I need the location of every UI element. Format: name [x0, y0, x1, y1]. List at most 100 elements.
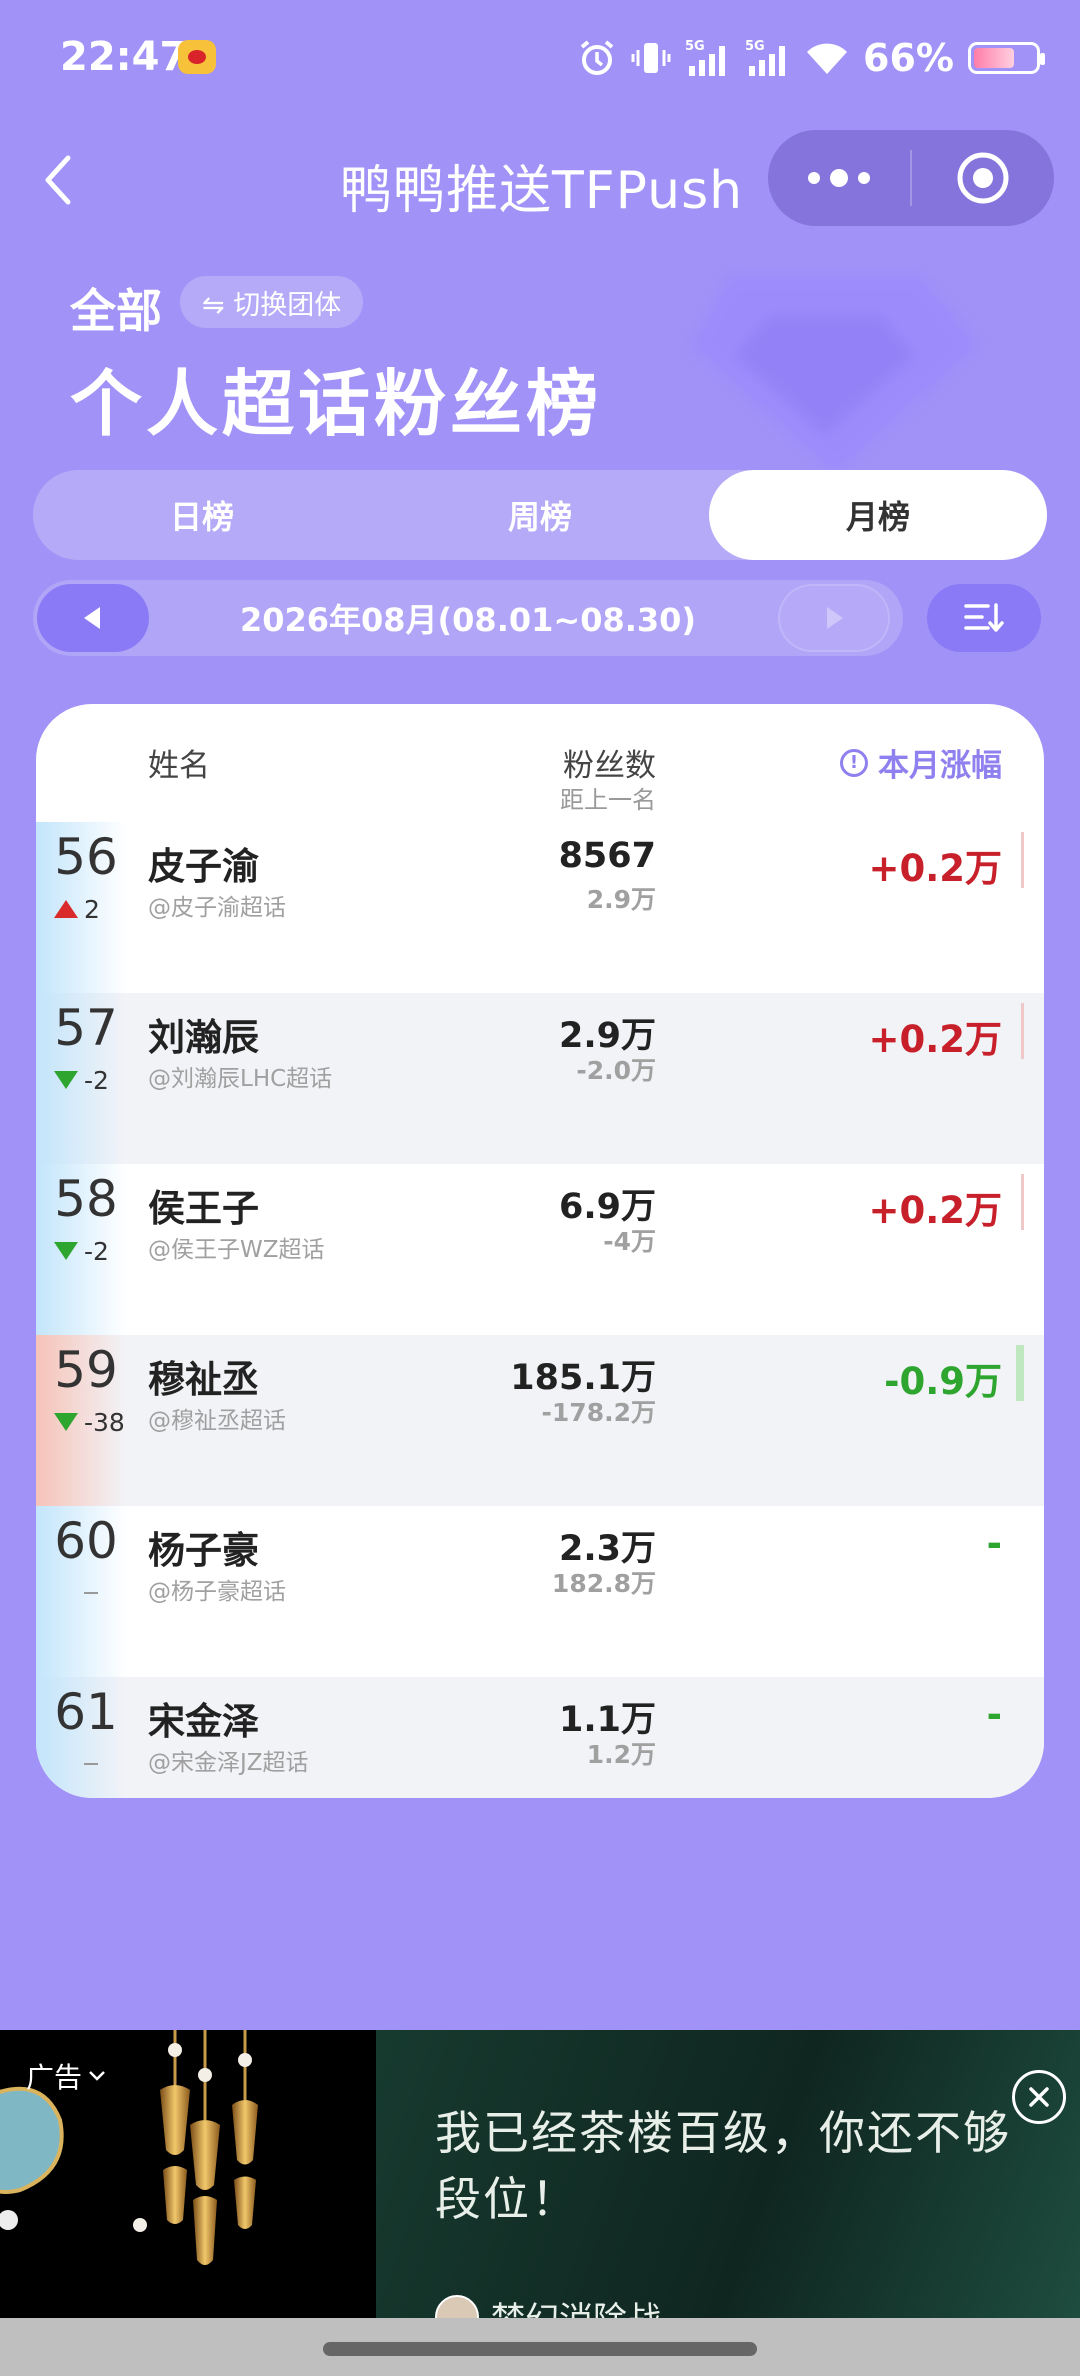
supertopic-handle: @穆祉丞超话 — [148, 1408, 286, 1434]
triangle-down-icon — [54, 1071, 78, 1089]
wifi-icon — [807, 43, 848, 74]
triangle-down-icon — [54, 1242, 78, 1260]
rank-number: 61 — [54, 1683, 118, 1741]
header-change[interactable]: ! 本月涨幅 — [840, 740, 1002, 785]
chevron-down-icon — [89, 2071, 105, 2081]
table-row[interactable]: 56 2 皮子渝 @皮子渝超话 8567 2.9万 +0.2万 — [36, 822, 1044, 993]
rank-change: -2 — [54, 1236, 109, 1266]
date-range: 2026年08月(08.01~08.30) — [239, 601, 697, 639]
header-name: 姓名 — [148, 748, 210, 784]
table-row[interactable]: 61 宋金泽 @宋金泽JZ超话 1.1万 1.2万 - — [36, 1677, 1044, 1798]
star-name: 穆祉丞 — [148, 1358, 259, 1401]
rank-change: -2 — [54, 1065, 109, 1095]
rank-number: 57 — [54, 999, 118, 1057]
scope-label: 全部 — [70, 284, 162, 338]
table-row[interactable]: 58 -2 侯王子 @侯王子WZ超话 6.9万 -4万 +0.2万 — [36, 1164, 1044, 1335]
back-icon — [45, 155, 71, 205]
rank-change — [54, 1749, 98, 1779]
change-bar — [1021, 1174, 1024, 1230]
star-name: 杨子豪 — [148, 1529, 259, 1572]
battery-level — [974, 48, 1014, 68]
weibo-icon — [178, 40, 216, 74]
ad-label[interactable]: 广告 — [26, 2056, 106, 2096]
status-bar: 22:47 5G 5G 66% — [0, 0, 1080, 120]
gap-to-previous: 182.8万 — [551, 1569, 656, 1598]
no-change-mark — [84, 1592, 98, 1594]
star-name: 宋金泽 — [148, 1700, 259, 1743]
rank-number: 60 — [54, 1512, 118, 1570]
monthly-change: +0.2万 — [868, 847, 1002, 890]
date-bar: 2026年08月(08.01~08.30) — [33, 580, 1047, 656]
more-button[interactable] — [768, 130, 910, 226]
triangle-up-icon — [54, 900, 78, 918]
gesture-area — [0, 2318, 1080, 2376]
supertopic-handle: @皮子渝超话 — [148, 895, 286, 921]
page-title: 个人超话粉丝榜 — [70, 362, 603, 446]
tab-monthly[interactable]: 月榜 — [709, 470, 1047, 560]
signal-5g-icon: 5G — [745, 39, 786, 76]
change-bar — [1021, 832, 1024, 888]
sort-button[interactable] — [927, 584, 1041, 652]
monthly-change: - — [986, 1693, 1002, 1736]
supertopic-handle: @杨子豪超话 — [148, 1579, 286, 1605]
status-icons: 5G 5G 66% — [577, 36, 1045, 80]
rank-change-value: -2 — [84, 1065, 109, 1095]
header-gap: 距上一名 — [560, 786, 656, 814]
next-period-button[interactable] — [778, 584, 890, 652]
change-bar — [1021, 1003, 1024, 1059]
monthly-change: - — [986, 1522, 1002, 1565]
fan-count: 8567 — [558, 836, 656, 876]
vibrate-icon — [631, 43, 671, 73]
target-icon — [957, 152, 1009, 204]
status-time: 22:47 — [60, 34, 188, 80]
rank-change — [54, 1578, 98, 1608]
tab-daily[interactable]: 日榜 — [33, 470, 371, 560]
table-row[interactable]: 59 -38 穆祉丞 @穆祉丞超话 185.1万 -178.2万 -0.9万 — [36, 1335, 1044, 1506]
gap-to-previous: -4万 — [603, 1227, 656, 1256]
ranking-list: 56 2 皮子渝 @皮子渝超话 8567 2.9万 +0.2万 57 -2 刘瀚辰 @刘瀚辰LHC超… — [36, 822, 1044, 1798]
supertopic-handle: @宋金泽JZ超话 — [148, 1750, 309, 1776]
info-icon: ! — [840, 748, 868, 777]
ad-label-text: 广告 — [26, 2061, 83, 2094]
rank-change: 2 — [54, 894, 100, 924]
supertopic-handle: @侯王子WZ超话 — [148, 1237, 325, 1263]
monthly-change: +0.2万 — [868, 1018, 1002, 1061]
tab-weekly[interactable]: 周榜 — [371, 470, 709, 560]
nav-title: 鸭鸭推送TFPush — [340, 161, 744, 221]
monthly-change: +0.2万 — [868, 1189, 1002, 1232]
switch-group-button[interactable]: ⇋ 切换团体 — [180, 276, 364, 328]
gap-to-previous: 2.9万 — [586, 885, 656, 914]
sort-icon — [964, 603, 1004, 632]
back-button[interactable] — [40, 150, 90, 210]
header-change-label: 本月涨幅 — [878, 748, 1002, 784]
rank-number: 56 — [54, 828, 118, 886]
signal-5g-icon: 5G — [685, 39, 726, 76]
alarm-icon — [580, 40, 614, 75]
header-fans: 粉丝数 — [563, 748, 656, 784]
star-name: 刘瀚辰 — [148, 1016, 259, 1059]
change-bar — [1016, 1345, 1024, 1401]
ad-headline: 我已经茶楼百级，你还不够段位！ — [435, 2106, 1011, 2226]
table-row[interactable]: 60 杨子豪 @杨子豪超话 2.3万 182.8万 - — [36, 1506, 1044, 1677]
close-miniprogram-button[interactable] — [912, 130, 1054, 226]
ranking-card: 姓名 粉丝数 距上一名 ! 本月涨幅 56 2 皮子渝 @皮子渝超话 8567 2.9万 +… — [36, 704, 1044, 1798]
svg-text:5G: 5G — [745, 39, 765, 54]
more-icon — [808, 169, 870, 187]
table-header: 姓名 粉丝数 距上一名 ! 本月涨幅 — [36, 704, 1044, 822]
gap-to-previous: 1.2万 — [586, 1740, 656, 1769]
caret-right-icon — [827, 607, 843, 629]
rank-number: 58 — [54, 1170, 118, 1228]
home-gesture-bar[interactable] — [323, 2342, 757, 2356]
no-change-mark — [84, 1763, 98, 1765]
rank-change-value: -2 — [84, 1236, 109, 1266]
diamond-decoration — [690, 275, 980, 475]
rank-change-value: 2 — [84, 894, 100, 924]
miniprogram-capsule — [768, 130, 1054, 226]
table-row[interactable]: 57 -2 刘瀚辰 @刘瀚辰LHC超话 2.9万 -2.0万 +0.2万 — [36, 993, 1044, 1164]
supertopic-handle: @刘瀚辰LHC超话 — [148, 1066, 333, 1092]
gap-to-previous: -178.2万 — [541, 1398, 656, 1427]
gap-to-previous: -2.0万 — [576, 1056, 656, 1085]
ad-banner[interactable]: 广告 我已经茶楼百级，你还不够段位！ 梦幻消除战 — [0, 2030, 1080, 2330]
star-name: 侯王子 — [148, 1187, 259, 1230]
rank-change: -38 — [54, 1407, 125, 1437]
